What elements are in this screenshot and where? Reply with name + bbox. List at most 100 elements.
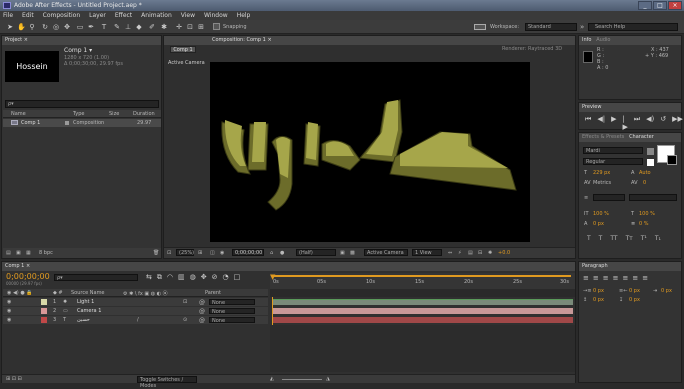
fill-swatch-small[interactable]: [647, 159, 654, 166]
menu-layer[interactable]: Layer: [89, 11, 106, 20]
new-comp-icon[interactable]: ▦: [26, 250, 31, 256]
mask-visibility-icon[interactable]: ◫: [210, 250, 215, 256]
audio-icon[interactable]: ◀): [646, 115, 654, 131]
align-left-icon[interactable]: ≡: [583, 274, 589, 282]
comp-timecode[interactable]: 0;00;00;00: [232, 249, 264, 256]
zoom-out-icon[interactable]: ◭: [270, 376, 274, 382]
layer-switch-icon[interactable]: ⊡: [183, 299, 187, 305]
layer-name[interactable]: Camera 1: [77, 308, 101, 314]
show-channel-icon[interactable]: ●: [280, 250, 284, 256]
next-frame-icon[interactable]: |▶: [622, 115, 627, 131]
brainstorm-icon[interactable]: ✥: [201, 273, 207, 282]
small-caps-button[interactable]: Tт: [626, 235, 633, 242]
last-frame-icon[interactable]: ⏭: [634, 115, 640, 131]
menu-window[interactable]: Window: [204, 11, 228, 20]
resolution-select[interactable]: (Half): [296, 249, 336, 256]
close-icon[interactable]: ×: [24, 37, 28, 43]
superscript-button[interactable]: T¹: [641, 235, 647, 242]
col-size[interactable]: Size: [109, 111, 119, 117]
project-item-row[interactable]: Comp 1 Composition 29.97: [3, 119, 161, 127]
menu-file[interactable]: File: [3, 11, 13, 20]
zoom-tool-icon[interactable]: ⚲: [28, 23, 36, 31]
col-name[interactable]: Name: [11, 111, 26, 117]
region-of-interest-icon[interactable]: ▣: [340, 250, 345, 256]
font-style-select[interactable]: Regular: [583, 158, 643, 165]
parent-select[interactable]: None: [209, 299, 255, 306]
justify-right-icon[interactable]: ≡: [632, 274, 638, 282]
visibility-eye-icon[interactable]: ◉: [7, 308, 11, 314]
axis-mode-icon[interactable]: ✛: [175, 23, 183, 31]
close-icon[interactable]: ×: [267, 37, 271, 43]
selection-tool-icon[interactable]: ➤: [6, 23, 14, 31]
comp-title[interactable]: Comp 1 ▾: [64, 47, 92, 54]
comp-flowchart-icon[interactable]: ⊟: [478, 250, 482, 256]
view-axis-icon[interactable]: ⊞: [197, 23, 205, 31]
fast-previews-icon[interactable]: ⚡: [458, 250, 462, 256]
trash-icon[interactable]: 🗑: [153, 250, 159, 256]
rectangle-tool-icon[interactable]: ▭: [76, 23, 84, 31]
menu-effect[interactable]: Effect: [115, 11, 132, 20]
indent-first-value[interactable]: 0 px: [661, 288, 672, 294]
camera-snapshot-icon[interactable]: ⌂: [270, 250, 273, 256]
time-ruler[interactable]: 0s 05s 10s 15s 20s 25s 30s: [270, 273, 575, 289]
pen-tool-icon[interactable]: ✒: [87, 23, 95, 31]
type-tool-icon[interactable]: T: [100, 23, 108, 31]
timeline-empty-area[interactable]: [270, 325, 575, 372]
tracking-value[interactable]: 0: [643, 180, 646, 186]
audio-tab[interactable]: Audio: [596, 37, 610, 43]
preview-tab[interactable]: Preview: [579, 103, 681, 112]
quality-switch-icon[interactable]: /: [137, 317, 139, 323]
timeline-tab[interactable]: Comp 1 ×: [2, 262, 575, 271]
renderer-label[interactable]: Renderer: Raytraced 3D: [502, 46, 562, 52]
first-frame-icon[interactable]: ⏮: [585, 115, 591, 131]
frame-blending-icon[interactable]: ▥: [178, 273, 185, 282]
world-axis-icon[interactable]: ⊡: [186, 23, 194, 31]
3d-layer-switch-icon[interactable]: ⊙: [183, 317, 187, 323]
toggle-pixel-aspect-icon[interactable]: ⇔: [448, 250, 452, 256]
indent-right-value[interactable]: 0 px: [629, 288, 640, 294]
col-duration[interactable]: Duration: [133, 111, 155, 117]
zoom-slider[interactable]: [282, 379, 322, 380]
kerning-value[interactable]: Metrics: [593, 180, 611, 186]
interpret-footage-icon[interactable]: ▤: [6, 250, 11, 256]
visibility-eye-icon[interactable]: ◉: [7, 317, 11, 323]
layer-row[interactable]: ◉ 2 ▭ Camera 1 @ None: [3, 307, 268, 315]
parent-select[interactable]: None: [209, 317, 255, 324]
draft-3d-icon[interactable]: ⧉: [157, 273, 162, 282]
justify-left-icon[interactable]: ≡: [613, 274, 619, 282]
pan-behind-tool-icon[interactable]: ✥: [63, 23, 71, 31]
space-before-value[interactable]: 0 px: [593, 297, 604, 303]
comp-viewer[interactable]: [210, 62, 530, 242]
layer-label-swatch[interactable]: [41, 299, 47, 305]
playhead-icon[interactable]: ▼: [270, 273, 276, 289]
bit-depth-label[interactable]: 8 bpc: [39, 250, 53, 256]
prev-frame-icon[interactable]: ◀|: [597, 115, 605, 131]
zoom-select[interactable]: (25%): [176, 249, 194, 256]
comp-mini-flowchart-icon[interactable]: ⇆: [146, 273, 152, 282]
baseline-shift-value[interactable]: 0 px: [593, 221, 604, 227]
layer-row[interactable]: ◉ 3 T حسين / ⊙ @ None: [3, 316, 268, 324]
eyedropper-icon[interactable]: [647, 148, 654, 155]
zoom-in-icon[interactable]: ◮: [326, 376, 330, 382]
snapshot-icon[interactable]: ◉: [220, 250, 224, 256]
font-size-value[interactable]: 229 px: [593, 170, 610, 176]
space-after-value[interactable]: 0 px: [629, 297, 640, 303]
info-tab[interactable]: Info: [582, 37, 591, 43]
menu-view[interactable]: View: [181, 11, 195, 20]
parent-header[interactable]: Parent: [205, 290, 221, 296]
workspace-menu-icon[interactable]: »: [580, 23, 584, 31]
justify-all-icon[interactable]: ≡: [642, 274, 648, 282]
motion-blur-icon[interactable]: ◍: [190, 273, 196, 282]
menu-help[interactable]: Help: [237, 11, 251, 20]
composition-tab[interactable]: Composition: Comp 1 ×: [164, 36, 575, 45]
toggle-switches-modes-button[interactable]: Toggle Switches / Modes: [137, 376, 197, 389]
safe-margins-icon[interactable]: ⊞: [198, 250, 202, 256]
leading-value[interactable]: Auto: [639, 170, 651, 176]
layer-label-swatch[interactable]: [41, 308, 47, 314]
indent-left-value[interactable]: 0 px: [593, 288, 604, 294]
minimize-button[interactable]: _: [638, 1, 652, 10]
subscript-button[interactable]: T₁: [655, 235, 661, 242]
layer-name[interactable]: Light 1: [77, 299, 94, 305]
rotate-tool-icon[interactable]: ↻: [41, 23, 49, 31]
all-caps-button[interactable]: TT: [610, 235, 617, 242]
